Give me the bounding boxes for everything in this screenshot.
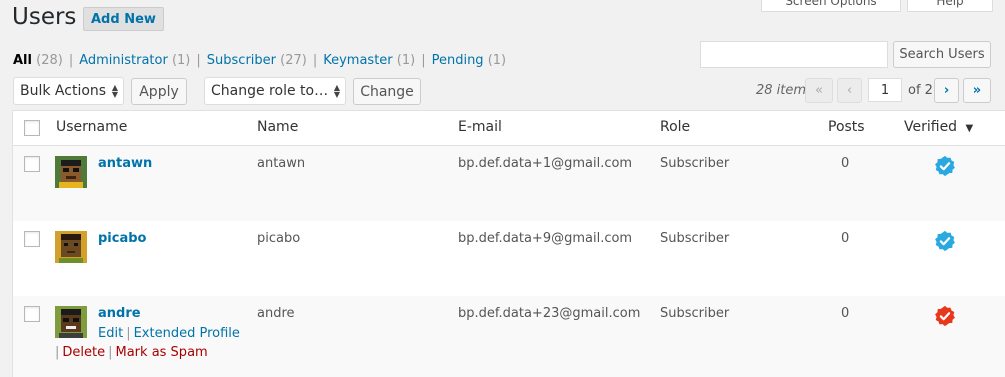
table-row: antawn antawn bp.def.data+1@gmail.com Su… <box>13 146 1005 221</box>
help-tab[interactable]: Help <box>907 0 993 12</box>
search-input[interactable] <box>700 41 888 68</box>
avatar <box>55 231 87 263</box>
row-checkbox[interactable] <box>24 231 40 247</box>
filter-separator: | <box>196 53 201 68</box>
filter-administrator[interactable]: Administrator (1) <box>79 53 190 68</box>
username-link[interactable]: antawn <box>98 156 152 171</box>
filter-keymaster[interactable]: Keymaster (1) <box>323 53 415 68</box>
row-checkbox[interactable] <box>24 306 40 322</box>
screen-options-tab[interactable]: Screen Options <box>761 0 901 12</box>
column-posts: Posts <box>828 119 865 135</box>
select-arrows-icon: ▲ ▼ <box>333 83 340 99</box>
prev-page-button[interactable]: ‹ <box>837 78 862 103</box>
total-pages: of 2 <box>908 83 933 98</box>
column-name[interactable]: Name <box>257 119 298 135</box>
extended-profile-link[interactable]: Extended Profile <box>134 326 240 341</box>
select-all-checkbox[interactable] <box>24 120 40 136</box>
table-row: picabo picabo bp.def.data+9@gmail.com Su… <box>13 221 1005 296</box>
unverified-badge-icon[interactable] <box>934 305 956 327</box>
verified-badge-icon[interactable] <box>934 230 956 252</box>
delete-link[interactable]: Delete <box>62 345 105 360</box>
post-count: 0 <box>841 156 850 171</box>
search-users-button[interactable]: Search Users <box>893 41 991 68</box>
filter-subscriber[interactable]: Subscriber (27) <box>207 53 307 68</box>
bulk-actions-value: Bulk Actions <box>20 83 107 99</box>
users-table: Username Name E-mail Role Posts Verified… <box>12 110 1005 377</box>
select-arrows-icon: ▲ ▼ <box>111 83 118 99</box>
user-role: Subscriber <box>660 306 730 321</box>
row-actions-primary: Edit | Extended Profile <box>98 326 240 341</box>
bulk-actions-select[interactable]: Bulk Actions ▲ ▼ <box>13 77 124 105</box>
post-count: 0 <box>841 306 850 321</box>
filter-pending[interactable]: Pending (1) <box>432 53 507 68</box>
user-role: Subscriber <box>660 231 730 246</box>
column-role: Role <box>660 119 691 135</box>
mark-as-spam-link[interactable]: Mark as Spam <box>116 345 208 360</box>
username-link[interactable]: andre <box>98 306 141 321</box>
edit-link[interactable]: Edit <box>98 326 123 341</box>
role-filter-links: All (28) | Administrator (1) | Subscribe… <box>13 53 506 68</box>
filter-separator: | <box>312 53 318 68</box>
user-name: andre <box>257 306 295 321</box>
verified-badge-icon[interactable] <box>934 155 956 177</box>
column-verified[interactable]: Verified ▼ <box>904 119 973 135</box>
table-header: Username Name E-mail Role Posts Verified… <box>13 111 1005 146</box>
row-checkbox[interactable] <box>24 156 40 172</box>
first-page-button[interactable]: « <box>805 78 833 103</box>
change-role-button[interactable]: Change <box>353 78 421 105</box>
user-name: picabo <box>257 231 301 246</box>
row-actions-secondary: | Delete | Mark as Spam <box>55 345 208 360</box>
current-page-input[interactable]: 1 <box>868 78 902 102</box>
user-role: Subscriber <box>660 156 730 171</box>
user-name: antawn <box>257 156 306 171</box>
column-email[interactable]: E-mail <box>458 119 502 135</box>
email-link[interactable]: bp.def.data+1@gmail.com <box>458 156 632 171</box>
post-count: 0 <box>841 231 850 246</box>
filter-separator: | <box>421 53 426 68</box>
username-link[interactable]: picabo <box>98 231 146 246</box>
avatar <box>55 156 87 188</box>
avatar <box>55 306 87 338</box>
change-role-value: Change role to… <box>211 83 329 99</box>
add-new-button[interactable]: Add New <box>83 7 164 31</box>
table-row: andre Edit | Extended Profile | Delete | Mark… <box>13 296 1005 377</box>
page-title: Users <box>12 4 77 30</box>
filter-all[interactable]: All (28) <box>13 53 63 68</box>
email-link[interactable]: bp.def.data+9@gmail.com <box>458 231 632 246</box>
sort-desc-icon: ▼ <box>965 123 974 134</box>
screen-meta-tabs: Screen Options Help <box>761 0 1005 12</box>
next-page-button[interactable]: › <box>934 78 959 103</box>
change-role-select[interactable]: Change role to… ▲ ▼ <box>204 77 346 105</box>
apply-button[interactable]: Apply <box>131 78 187 105</box>
column-username[interactable]: Username <box>56 119 127 135</box>
email-link[interactable]: bp.def.data+23@gmail.com <box>458 306 640 321</box>
filter-separator: | <box>68 53 74 68</box>
last-page-button[interactable]: » <box>963 78 991 103</box>
